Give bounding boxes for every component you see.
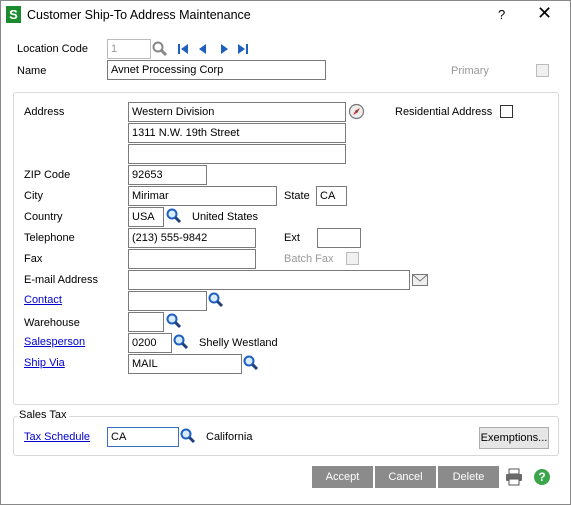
svg-text:?: ? bbox=[538, 470, 545, 484]
dialog-window: S Customer Ship-To Address Maintenance ?… bbox=[0, 0, 571, 505]
location-code-label: Location Code bbox=[17, 43, 88, 55]
help-icon[interactable]: ? bbox=[533, 468, 551, 486]
contact-lookup-icon[interactable] bbox=[207, 291, 225, 309]
exemptions-button[interactable]: Exemptions... bbox=[479, 427, 549, 449]
warehouse-label: Warehouse bbox=[24, 317, 80, 329]
batch-fax-label: Batch Fax bbox=[284, 253, 334, 265]
primary-checkbox[interactable] bbox=[536, 64, 549, 77]
tax-schedule-link[interactable]: Tax Schedule bbox=[24, 431, 90, 443]
ship-via-input[interactable]: MAIL bbox=[128, 354, 242, 374]
tax-schedule-name-text: California bbox=[206, 431, 253, 443]
city-label: City bbox=[24, 190, 43, 202]
salesperson-link[interactable]: Salesperson bbox=[24, 336, 85, 348]
residential-address-label: Residential Address bbox=[395, 106, 493, 118]
help-button[interactable]: ? bbox=[498, 7, 505, 22]
previous-record-icon[interactable] bbox=[197, 43, 209, 55]
envelope-icon[interactable] bbox=[412, 274, 428, 286]
name-input[interactable]: Avnet Processing Corp bbox=[107, 60, 326, 80]
salesperson-lookup-icon[interactable] bbox=[172, 333, 190, 351]
country-name-text: United States bbox=[192, 211, 259, 223]
delete-button[interactable]: Delete bbox=[438, 466, 499, 488]
state-label: State bbox=[284, 190, 310, 202]
email-address-label: E-mail Address bbox=[24, 274, 98, 286]
name-label: Name bbox=[17, 65, 47, 77]
contact-link[interactable]: Contact bbox=[24, 294, 62, 306]
country-input[interactable]: USA bbox=[128, 207, 164, 227]
address-label: Address bbox=[24, 106, 65, 118]
compass-icon[interactable] bbox=[348, 103, 365, 120]
zip-code-input[interactable]: 92653 bbox=[128, 165, 207, 185]
fax-label: Fax bbox=[24, 253, 43, 265]
zip-code-label: ZIP Code bbox=[24, 169, 71, 181]
city-input[interactable]: Mirimar bbox=[128, 186, 277, 206]
app-logo-icon: S bbox=[6, 6, 21, 23]
cancel-button[interactable]: Cancel bbox=[375, 466, 436, 488]
fax-input[interactable] bbox=[128, 249, 256, 269]
ship-via-link[interactable]: Ship Via bbox=[24, 357, 65, 369]
telephone-input[interactable]: (213) 555-9842 bbox=[128, 228, 256, 248]
primary-label: Primary bbox=[451, 65, 489, 77]
last-record-icon[interactable] bbox=[237, 43, 249, 55]
country-lookup-icon[interactable] bbox=[165, 207, 183, 225]
location-lookup-icon[interactable] bbox=[151, 40, 169, 58]
window-title: Customer Ship-To Address Maintenance bbox=[27, 8, 251, 22]
state-input[interactable]: CA bbox=[316, 186, 347, 206]
residential-address-checkbox[interactable] bbox=[500, 105, 513, 118]
telephone-label: Telephone bbox=[24, 232, 75, 244]
tax-schedule-lookup-icon[interactable] bbox=[179, 427, 197, 445]
location-code-input[interactable]: 1 bbox=[107, 39, 151, 59]
warehouse-lookup-icon[interactable] bbox=[165, 312, 183, 330]
next-record-icon[interactable] bbox=[218, 43, 230, 55]
ext-input[interactable] bbox=[317, 228, 361, 248]
salesperson-name-text: Shelly Westland bbox=[199, 337, 278, 349]
address-line2-input[interactable]: 1311 N.W. 19th Street bbox=[128, 123, 346, 143]
sales-tax-group-label: Sales Tax bbox=[17, 409, 69, 421]
close-button[interactable]: ✕ bbox=[537, 4, 552, 22]
country-label: Country bbox=[24, 211, 63, 223]
salesperson-input[interactable]: 0200 bbox=[128, 333, 172, 353]
tax-schedule-input[interactable]: CA bbox=[107, 427, 179, 447]
sales-tax-group bbox=[13, 416, 559, 456]
address-line3-input[interactable] bbox=[128, 144, 346, 164]
warehouse-input[interactable] bbox=[128, 312, 164, 332]
printer-icon[interactable] bbox=[505, 468, 523, 486]
ship-via-lookup-icon[interactable] bbox=[242, 354, 260, 372]
ext-label: Ext bbox=[284, 232, 300, 244]
first-record-icon[interactable] bbox=[177, 43, 189, 55]
batch-fax-checkbox[interactable] bbox=[346, 252, 359, 265]
contact-input[interactable] bbox=[128, 291, 207, 311]
accept-button[interactable]: Accept bbox=[312, 466, 373, 488]
email-address-input[interactable] bbox=[128, 270, 410, 290]
address-line1-input[interactable]: Western Division bbox=[128, 102, 346, 122]
